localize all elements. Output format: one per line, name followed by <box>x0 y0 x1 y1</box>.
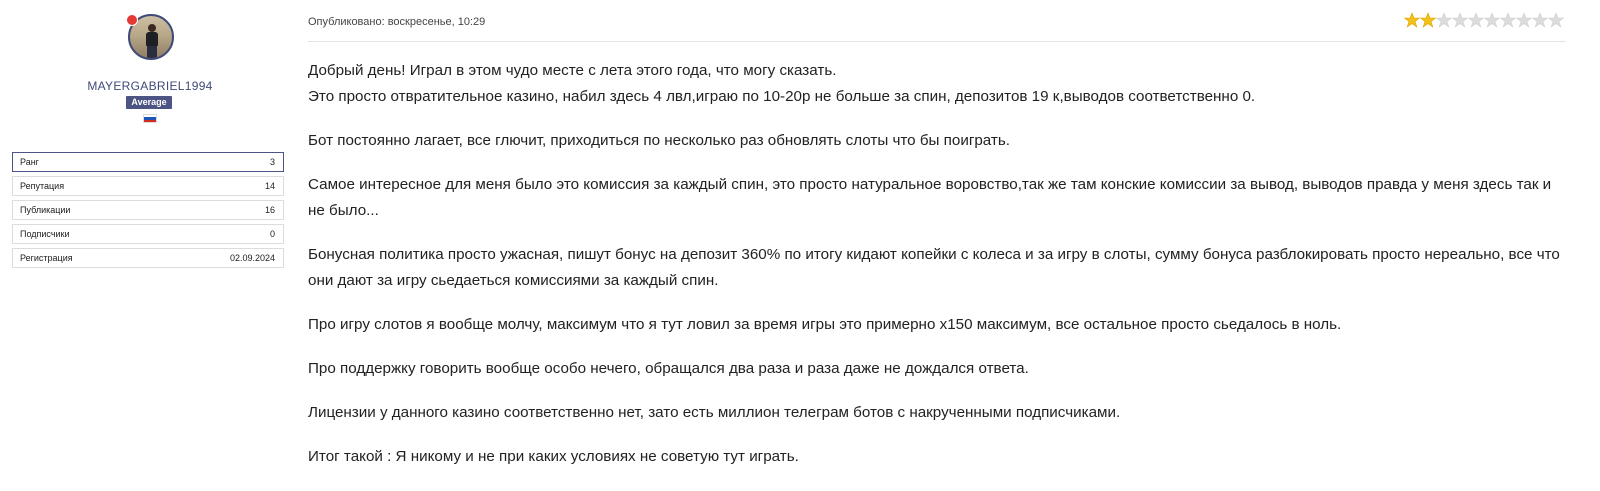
post-paragraph: Бонусная политика просто ужасная, пишут … <box>308 246 1560 289</box>
username-link[interactable]: MAYERGABRIEL1994 <box>0 79 300 93</box>
stat-label: Публикации <box>20 205 71 215</box>
stat-label: Регистрация <box>20 253 73 263</box>
post-line: Это просто отвратительное казино, набил … <box>308 88 1256 105</box>
published-timestamp: Опубликовано: воскресенье, 10:29 <box>308 16 486 28</box>
star-empty-icon <box>1452 12 1468 28</box>
post-paragraph: Бот постоянно лагает, все глючит, приход… <box>308 132 1011 149</box>
stat-posts: Публикации 16 <box>12 200 284 220</box>
avatar[interactable] <box>126 14 174 60</box>
star-empty-icon <box>1516 12 1532 28</box>
post-paragraph: Самое интересное для меня было это комис… <box>308 176 1552 219</box>
star-empty-icon <box>1532 12 1548 28</box>
post-header: Опубликовано: воскресенье, 10:29 <box>308 0 1566 42</box>
post-paragraph: Про игру слотов я вообще молчу, максимум… <box>308 316 1342 333</box>
star-empty-icon <box>1484 12 1500 28</box>
stat-value: 3 <box>269 157 275 167</box>
post-body: Добрый день! Играл в этом чудо месте с л… <box>308 58 1560 488</box>
profile-stats: Ранг 3 Репутация 14 Публикации 16 Подпис… <box>12 152 284 272</box>
stat-rank: Ранг 3 <box>12 152 284 172</box>
stat-label: Ранг <box>20 157 39 167</box>
stat-registration: Регистрация 02.09.2024 <box>12 248 284 268</box>
stat-value: 0 <box>269 229 275 239</box>
post-paragraph: Добрый день! Играл в этом чудо месте с л… <box>308 58 1560 110</box>
stat-value: 14 <box>264 181 275 191</box>
star-filled-icon <box>1420 12 1436 28</box>
star-empty-icon <box>1548 12 1564 28</box>
russia-flag-icon <box>143 114 157 123</box>
rank-badge: Average <box>126 96 172 109</box>
star-empty-icon <box>1436 12 1452 28</box>
stat-reputation: Репутация 14 <box>12 176 284 196</box>
star-filled-icon <box>1404 12 1420 28</box>
star-empty-icon <box>1468 12 1484 28</box>
post-paragraph: Лицензии у данного казино соответственно… <box>308 404 1121 421</box>
post-paragraph: Итог такой : Я никому и не при каких усл… <box>308 448 799 465</box>
stat-value: 02.09.2024 <box>229 253 275 263</box>
star-empty-icon <box>1500 12 1516 28</box>
post-paragraph: Про поддержку говорить вообще особо нече… <box>308 360 1029 377</box>
stat-label: Репутация <box>20 181 65 191</box>
online-status-dot <box>126 14 138 26</box>
stat-value: 16 <box>264 205 275 215</box>
star-rating <box>1404 12 1564 28</box>
stat-followers: Подписчики 0 <box>12 224 284 244</box>
stat-label: Подписчики <box>20 229 70 239</box>
post-line: Добрый день! Играл в этом чудо месте с л… <box>308 62 837 79</box>
